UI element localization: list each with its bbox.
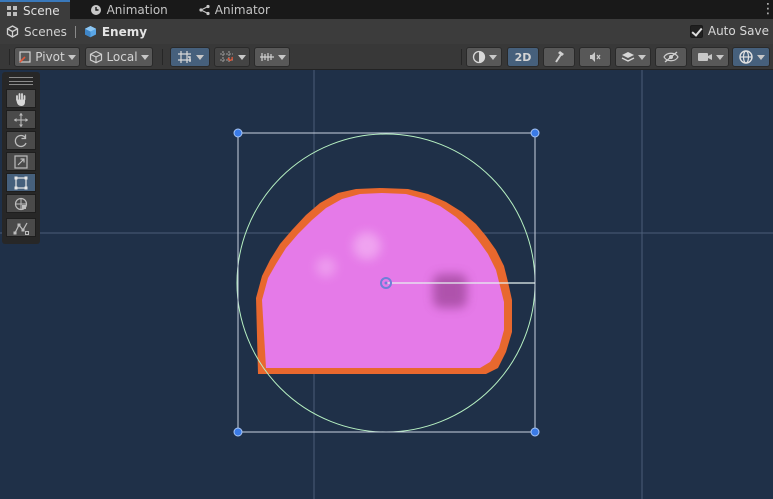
node-graph-icon bbox=[199, 4, 210, 15]
scale-icon bbox=[14, 154, 28, 169]
auto-save-toggle[interactable]: Auto Save bbox=[689, 24, 769, 38]
local-label: Local bbox=[106, 50, 138, 64]
increment-snap-button[interactable] bbox=[214, 47, 250, 67]
auto-save-checkbox[interactable] bbox=[689, 24, 703, 38]
resize-handle-bottom-left[interactable] bbox=[233, 427, 243, 437]
chevron-down-icon bbox=[756, 54, 765, 60]
move-tool[interactable] bbox=[6, 110, 36, 129]
hidden-eye-icon bbox=[663, 51, 679, 63]
more-options-icon[interactable]: ⋮ bbox=[761, 2, 773, 16]
resize-handle-top-left[interactable] bbox=[233, 128, 243, 138]
gizmo-globe-icon bbox=[738, 50, 753, 64]
toolbar-separator bbox=[162, 49, 163, 65]
rotate-icon bbox=[14, 134, 27, 147]
chevron-down-icon bbox=[237, 54, 246, 60]
pivot-label: Pivot bbox=[35, 50, 65, 64]
chevron-down-icon bbox=[488, 54, 497, 60]
grid-snapping-button[interactable] bbox=[170, 47, 210, 67]
slime-highlight bbox=[316, 257, 336, 277]
transform-icon bbox=[14, 197, 28, 210]
pivot-icon bbox=[19, 51, 31, 63]
tab-animation-label: Animation bbox=[106, 2, 168, 17]
scene-camera-dropdown[interactable] bbox=[691, 47, 729, 67]
grid-snap-icon bbox=[177, 51, 191, 63]
chevron-down-icon bbox=[140, 54, 149, 60]
camera-icon bbox=[697, 53, 712, 61]
audio-muted-icon bbox=[590, 52, 601, 62]
hand-icon bbox=[16, 92, 26, 106]
ruler-icon bbox=[259, 53, 274, 61]
unity-logo-icon bbox=[6, 25, 19, 38]
overlay-grip-icon[interactable] bbox=[9, 77, 33, 85]
pivot-center bbox=[384, 281, 388, 285]
scene-canvas[interactable] bbox=[0, 70, 773, 499]
pivot-dropdown[interactable]: Pivot bbox=[14, 47, 80, 67]
tab-animator[interactable]: Animator bbox=[192, 0, 280, 19]
toolbar-separator bbox=[461, 49, 462, 65]
effects-dropdown[interactable] bbox=[615, 47, 651, 67]
rotate-tool[interactable] bbox=[6, 131, 36, 150]
window-tab-bar: Scene Animation Animator ⋮ bbox=[0, 0, 773, 19]
lighting-toggle[interactable] bbox=[543, 47, 575, 67]
two-d-toggle[interactable]: 2D bbox=[507, 47, 539, 67]
tab-animation[interactable]: Animation bbox=[84, 0, 178, 19]
chevron-down-icon bbox=[67, 54, 76, 60]
chevron-down-icon bbox=[195, 54, 204, 60]
breadcrumb-scenes[interactable]: Scenes bbox=[6, 25, 67, 39]
enemy-slime-sprite[interactable] bbox=[256, 188, 512, 374]
breadcrumb: Scenes Enemy Auto Save bbox=[0, 19, 773, 44]
toolbar-separator bbox=[9, 49, 10, 65]
chevron-down-icon bbox=[637, 54, 646, 60]
local-cube-icon bbox=[90, 50, 103, 64]
tab-scene-label: Scene bbox=[23, 3, 60, 18]
breadcrumb-current-label: Enemy bbox=[101, 24, 148, 39]
two-d-label: 2D bbox=[514, 50, 532, 64]
shading-sphere-icon bbox=[472, 50, 485, 64]
scene-visibility-toggle[interactable] bbox=[655, 47, 687, 67]
rect-tool[interactable] bbox=[6, 173, 36, 192]
custom-tool[interactable] bbox=[6, 218, 36, 237]
ruler-snap-button[interactable] bbox=[254, 47, 290, 67]
audio-toggle[interactable] bbox=[579, 47, 611, 67]
scale-tool[interactable] bbox=[6, 152, 36, 171]
effects-layers-icon bbox=[621, 52, 634, 62]
clock-icon bbox=[90, 4, 101, 15]
lighting-icon bbox=[555, 51, 564, 63]
local-dropdown[interactable]: Local bbox=[85, 47, 153, 67]
tab-animator-label: Animator bbox=[214, 2, 270, 17]
slime-dark-spot bbox=[433, 274, 467, 308]
breadcrumb-root-label: Scenes bbox=[24, 24, 67, 39]
scene-viewport[interactable] bbox=[0, 70, 773, 499]
chevron-down-icon bbox=[715, 54, 724, 60]
tab-scene[interactable]: Scene bbox=[0, 0, 70, 19]
shading-mode-dropdown[interactable] bbox=[466, 47, 502, 67]
hand-tool[interactable] bbox=[6, 89, 36, 108]
tools-overlay bbox=[2, 72, 40, 244]
resize-handle-top-right[interactable] bbox=[530, 128, 540, 138]
scene-toolbar: Pivot Local 2D bbox=[0, 44, 773, 70]
chevron-down-icon bbox=[277, 54, 286, 60]
auto-save-label: Auto Save bbox=[707, 24, 769, 38]
unity-scene-window: Scene Animation Animator ⋮ Scenes Enemy … bbox=[0, 0, 773, 499]
move-arrows-icon bbox=[14, 112, 28, 127]
breadcrumb-separator bbox=[74, 25, 76, 38]
slime-highlight bbox=[353, 232, 381, 260]
breadcrumb-enemy[interactable]: Enemy bbox=[84, 25, 147, 39]
scene-grid-icon bbox=[7, 5, 17, 16]
rect-transform-icon bbox=[14, 176, 28, 189]
transform-tool[interactable] bbox=[6, 194, 36, 213]
prefab-cube-icon bbox=[84, 26, 96, 38]
resize-handle-bottom-right[interactable] bbox=[530, 427, 540, 437]
increment-snap-icon bbox=[219, 51, 233, 63]
gizmos-dropdown[interactable] bbox=[732, 47, 770, 67]
custom-editor-tool-icon bbox=[13, 222, 29, 235]
